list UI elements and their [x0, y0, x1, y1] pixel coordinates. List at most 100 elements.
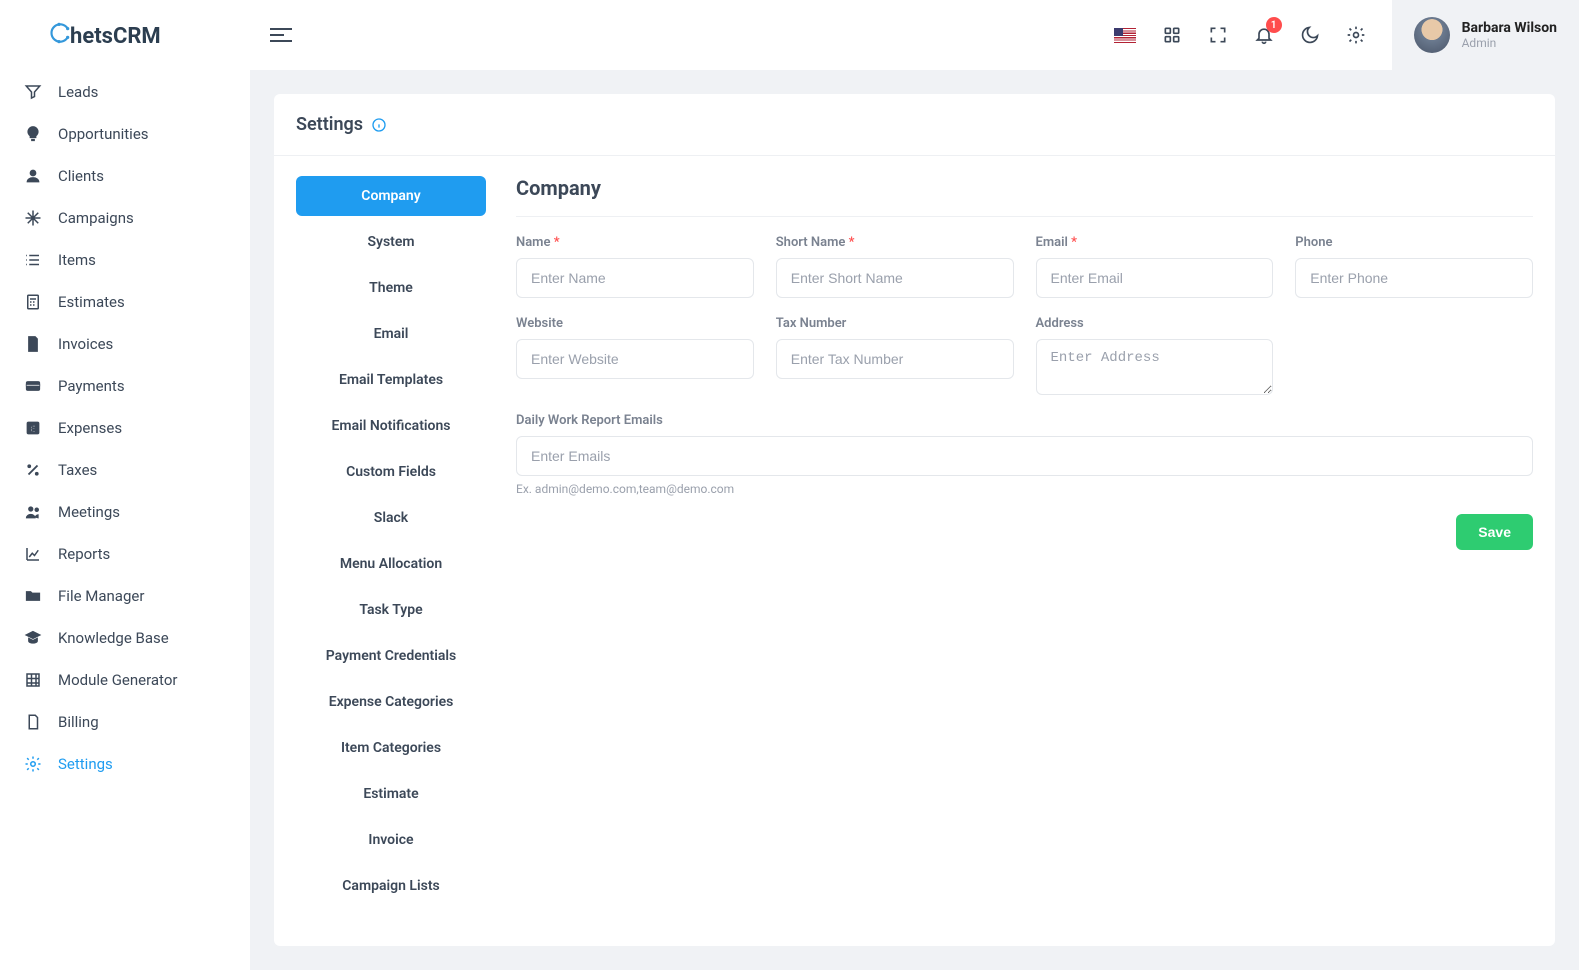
sidebar-item-campaigns[interactable]: Campaigns: [0, 197, 250, 239]
email-input[interactable]: [1036, 258, 1274, 298]
address-input[interactable]: [1036, 339, 1274, 395]
tab-item-categories[interactable]: Item Categories: [296, 728, 486, 768]
chart-icon: [24, 545, 42, 563]
folder-icon: [24, 587, 42, 605]
sidebar-item-opportunities[interactable]: Opportunities: [0, 113, 250, 155]
dark-mode-icon[interactable]: [1300, 25, 1320, 45]
name-label: Name *: [516, 235, 754, 250]
sidebar-item-invoices[interactable]: Invoices: [0, 323, 250, 365]
gear-icon: [24, 755, 42, 773]
short-name-input[interactable]: [776, 258, 1014, 298]
sidebar-item-settings[interactable]: Settings: [0, 743, 250, 785]
sidebar-item-label: Items: [58, 251, 96, 269]
tab-label: Email: [374, 326, 409, 342]
sidebar-item-label: Payments: [58, 377, 125, 395]
tab-task-type[interactable]: Task Type: [296, 590, 486, 630]
tab-email-templates[interactable]: Email Templates: [296, 360, 486, 400]
topbar: 1 Barbara Wilson Admin: [250, 0, 1579, 70]
tab-company[interactable]: Company: [296, 176, 486, 216]
user-menu[interactable]: Barbara Wilson Admin: [1392, 0, 1579, 70]
tab-theme[interactable]: Theme: [296, 268, 486, 308]
tab-invoice[interactable]: Invoice: [296, 820, 486, 860]
logo-text: hetsCRM: [70, 24, 161, 49]
sidebar-item-label: Taxes: [58, 461, 97, 479]
sidebar-item-label: Clients: [58, 167, 104, 185]
info-icon[interactable]: [371, 117, 387, 133]
tab-campaign-lists[interactable]: Campaign Lists: [296, 866, 486, 906]
user-role: Admin: [1462, 36, 1557, 50]
company-form: Company Name * Short Name * E: [516, 176, 1533, 906]
sidebar-item-payments[interactable]: Payments: [0, 365, 250, 407]
sidebar-item-meetings[interactable]: Meetings: [0, 491, 250, 533]
sidebar-item-clients[interactable]: Clients: [0, 155, 250, 197]
sidebar-item-label: Invoices: [58, 335, 113, 353]
tab-label: Payment Credentials: [326, 648, 457, 664]
sidebar-item-label: Expenses: [58, 419, 122, 437]
sidebar-item-expenses[interactable]: E Expenses: [0, 407, 250, 449]
sidebar-item-taxes[interactable]: Taxes: [0, 449, 250, 491]
sidebar-item-leads[interactable]: Leads: [0, 71, 250, 113]
apps-icon[interactable]: [1162, 25, 1182, 45]
form-title: Company: [516, 176, 1533, 217]
tab-label: Item Categories: [341, 740, 441, 756]
sidebar-item-file-manager[interactable]: File Manager: [0, 575, 250, 617]
calculator-icon: [24, 293, 42, 311]
tax-number-input[interactable]: [776, 339, 1014, 379]
sidebar-item-billing[interactable]: Billing: [0, 701, 250, 743]
website-input[interactable]: [516, 339, 754, 379]
name-input[interactable]: [516, 258, 754, 298]
sidebar-item-items[interactable]: Items: [0, 239, 250, 281]
cap-icon: [24, 629, 42, 647]
tab-slack[interactable]: Slack: [296, 498, 486, 538]
tab-email-notifications[interactable]: Email Notifications: [296, 406, 486, 446]
language-flag-button[interactable]: [1114, 28, 1136, 43]
user-name: Barbara Wilson: [1462, 20, 1557, 36]
sidebar-item-label: Leads: [58, 83, 98, 101]
sidebar-item-reports[interactable]: Reports: [0, 533, 250, 575]
menu-toggle-button[interactable]: [270, 24, 292, 46]
tab-payment-credentials[interactable]: Payment Credentials: [296, 636, 486, 676]
document-icon: [24, 713, 42, 731]
settings-gear-icon[interactable]: [1346, 25, 1366, 45]
save-button[interactable]: Save: [1456, 514, 1533, 550]
tax-number-label: Tax Number: [776, 316, 1014, 331]
address-label: Address: [1036, 316, 1274, 331]
sidebar-item-label: Reports: [58, 545, 110, 563]
tab-estimate[interactable]: Estimate: [296, 774, 486, 814]
funnel-icon: [24, 83, 42, 101]
phone-label: Phone: [1295, 235, 1533, 250]
tab-label: Expense Categories: [329, 694, 454, 710]
tab-label: Slack: [374, 510, 408, 526]
daily-emails-label: Daily Work Report Emails: [516, 413, 1533, 428]
logo[interactable]: hetsCRM: [0, 20, 250, 71]
tab-label: Email Templates: [339, 372, 443, 388]
tab-menu-allocation[interactable]: Menu Allocation: [296, 544, 486, 584]
sidebar-item-knowledge-base[interactable]: Knowledge Base: [0, 617, 250, 659]
file-icon: [24, 335, 42, 353]
sidebar-item-label: Meetings: [58, 503, 120, 521]
sidebar-item-label: Estimates: [58, 293, 125, 311]
tab-expense-categories[interactable]: Expense Categories: [296, 682, 486, 722]
daily-emails-input[interactable]: [516, 436, 1533, 476]
notification-bell-icon[interactable]: 1: [1254, 25, 1274, 45]
sidebar-item-module-generator[interactable]: Module Generator: [0, 659, 250, 701]
notification-badge: 1: [1266, 17, 1282, 33]
tab-custom-fields[interactable]: Custom Fields: [296, 452, 486, 492]
short-name-label: Short Name *: [776, 235, 1014, 250]
tab-system[interactable]: System: [296, 222, 486, 262]
card-icon: [24, 377, 42, 395]
tab-label: Menu Allocation: [340, 556, 442, 572]
sidebar-item-label: Knowledge Base: [58, 629, 169, 647]
tab-label: Company: [361, 188, 420, 204]
fullscreen-icon[interactable]: [1208, 25, 1228, 45]
sidebar-item-label: File Manager: [58, 587, 144, 605]
avatar: [1414, 17, 1450, 53]
tab-email[interactable]: Email: [296, 314, 486, 354]
sidebar-item-label: Campaigns: [58, 209, 134, 227]
settings-tabs: Company System Theme Email Email Templat…: [296, 176, 486, 906]
sidebar: hetsCRM Leads Opportunities Clients Camp…: [0, 0, 250, 970]
email-label: Email *: [1036, 235, 1274, 250]
phone-input[interactable]: [1295, 258, 1533, 298]
sidebar-item-estimates[interactable]: Estimates: [0, 281, 250, 323]
sidebar-item-label: Settings: [58, 755, 113, 773]
